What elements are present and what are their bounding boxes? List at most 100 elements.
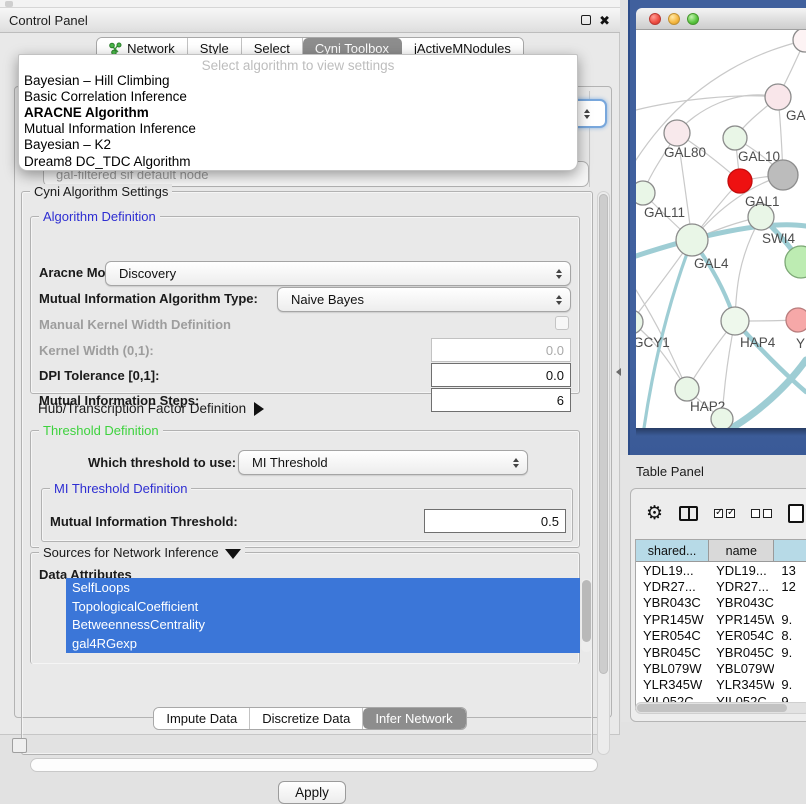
dpi-tolerance-field[interactable]: 0.0 (431, 363, 571, 387)
algorithm-definition-title: Algorithm Definition (39, 209, 160, 224)
table-cell: 9. (774, 644, 806, 660)
hub-definition-expander[interactable]: Hub/Transcription Factor Definition (38, 401, 264, 416)
tab-infer-network[interactable]: Infer Network (363, 708, 465, 729)
table-cell: YDR27... (636, 578, 709, 594)
zoom-traffic-light-icon[interactable] (687, 13, 699, 25)
table-row[interactable]: YDR27...YDR27...12 (636, 578, 806, 594)
table-row[interactable]: YLR345WYLR345W9. (636, 677, 806, 693)
network-edge-highlighted[interactable] (732, 360, 806, 428)
table-cell: YBL079W (709, 660, 774, 676)
algorithm-option[interactable]: Bayesian – Hill Climbing (19, 72, 577, 88)
node-hap2[interactable] (675, 377, 699, 401)
control-panel-title: Control Panel (0, 13, 88, 28)
stepper-arrows-icon (584, 109, 590, 119)
node-gal-partial[interactable] (765, 84, 791, 110)
control-panel-titlebar: Control Panel ✖ (0, 8, 620, 33)
mi-threshold-field[interactable]: 0.5 (424, 509, 566, 533)
table-panel-box: ⚙ shared...name YDL19...YDL19...13YDR27.… (630, 488, 806, 722)
new-table-icon[interactable] (788, 504, 804, 523)
table-column-header[interactable]: name (709, 540, 774, 562)
algorithm-option[interactable]: Basic Correlation Inference (19, 88, 577, 104)
node-bottom-green[interactable] (711, 408, 733, 428)
table-scrollbar-thumb[interactable] (637, 704, 787, 712)
node-red[interactable] (728, 169, 752, 193)
algorithm-option[interactable]: ARACNE Algorithm (19, 104, 577, 120)
table-column-header[interactable]: shared... (636, 540, 709, 562)
settings-horizontal-scrollbar[interactable] (30, 758, 598, 772)
node-gal11-label: GAL11 (644, 205, 685, 220)
settings-vertical-scrollbar[interactable] (597, 191, 610, 755)
algorithm-option[interactable]: Bayesian – K2 (19, 137, 577, 153)
mi-type-combobox[interactable]: Naive Bayes (277, 287, 571, 312)
algorithm-definition-group: Algorithm Definition Aracne Mode: Discov… (30, 216, 580, 394)
table-cell: YDR27... (709, 578, 774, 594)
table-cell: YBR045C (636, 644, 709, 660)
table-cell (774, 595, 806, 611)
mi-threshold-label: Mutual Information Threshold: (50, 514, 238, 529)
table-row[interactable]: YBR043CYBR043C (636, 595, 806, 611)
table-cell: YBL079W (636, 660, 709, 676)
minimize-traffic-light-icon[interactable] (668, 13, 680, 25)
node-swi4-label: SWI4 (762, 231, 795, 246)
network-edge[interactable] (677, 95, 778, 133)
tab-discretize-data[interactable]: Discretize Data (250, 708, 363, 729)
select-all-checks-icon[interactable] (714, 509, 735, 518)
tab-impute-data[interactable]: Impute Data (154, 708, 250, 729)
node-hap4[interactable] (721, 307, 749, 335)
attribute-item[interactable]: gal4RGexp (66, 634, 580, 653)
attributes-scrollbar-thumb[interactable] (582, 580, 591, 642)
attribute-item[interactable]: BetweennessCentrality (66, 615, 580, 634)
node-gal10[interactable] (723, 126, 747, 150)
node-gal80[interactable] (664, 120, 690, 146)
algorithm-option[interactable]: Mutual Information Inference (19, 121, 577, 137)
table-row[interactable]: YBL079WYBL079W (636, 660, 806, 676)
node-gal4[interactable] (676, 224, 708, 256)
float-window-icon[interactable] (581, 15, 591, 25)
table-row[interactable]: YPR145WYPR145W9. (636, 611, 806, 627)
sources-title-expander[interactable]: Sources for Network Inference (39, 545, 245, 560)
deselect-all-checks-icon[interactable] (751, 509, 772, 518)
close-traffic-light-icon[interactable] (649, 13, 661, 25)
apply-button[interactable]: Apply (278, 781, 346, 804)
cyni-settings-title: Cyni Algorithm Settings (30, 184, 172, 199)
mi-steps-field[interactable]: 6 (431, 388, 571, 412)
which-threshold-combobox[interactable]: MI Threshold (238, 450, 528, 475)
table-cell: YPR145W (636, 611, 709, 627)
table-row[interactable]: YBR045CYBR045C9. (636, 644, 806, 660)
dpi-tolerance-label: DPI Tolerance [0,1]: (39, 368, 159, 383)
network-edge[interactable] (735, 217, 761, 321)
table-row[interactable]: YDL19...YDL19...13 (636, 562, 806, 578)
node-gal-partial-label: GAL (786, 108, 806, 123)
table-cell: YER054C (709, 628, 774, 644)
kernel-width-field[interactable]: 0.0 (431, 338, 571, 362)
attribute-item[interactable]: TopologicalCoefficient (66, 597, 580, 616)
network-window-titlebar[interactable] (636, 8, 806, 30)
node-unlabeled-top[interactable] (793, 30, 806, 52)
splitter-collapse-icon[interactable] (616, 368, 621, 376)
node-swi4[interactable] (785, 246, 806, 278)
node-gray[interactable] (768, 160, 798, 190)
settings-scrollbar-thumb[interactable] (599, 194, 608, 674)
gear-icon[interactable]: ⚙ (646, 502, 663, 524)
aracne-mode-combobox[interactable]: Discovery (105, 261, 571, 286)
network-canvas[interactable]: GALGAL80GAL10GAL1GAL11SWI4GAL4GCY1HAP4YH… (636, 30, 806, 428)
kernel-width-value: 0.0 (546, 343, 564, 358)
tab-label: Impute Data (166, 711, 237, 726)
attribute-item[interactable]: SelfLoops (66, 578, 580, 597)
manual-kernel-checkbox[interactable] (555, 316, 569, 330)
table-row[interactable]: YER054CYER054C8. (636, 628, 806, 644)
node-salmon[interactable] (786, 308, 806, 332)
network-edge[interactable] (636, 96, 778, 110)
algorithm-popup: Select algorithm to view settings Bayesi… (18, 54, 578, 171)
columns-icon[interactable] (679, 506, 698, 521)
table-column-header[interactable] (774, 540, 806, 562)
minimized-panel-icon[interactable] (12, 738, 27, 753)
attributes-scrollbar[interactable] (581, 579, 592, 652)
algorithm-option[interactable]: Dream8 DC_TDC Algorithm (19, 153, 577, 169)
threshold-definition-title: Threshold Definition (39, 423, 163, 438)
node-gal11[interactable] (636, 181, 655, 205)
table-horizontal-scrollbar[interactable] (635, 702, 806, 714)
dpi-tolerance-value: 0.0 (546, 368, 564, 383)
close-icon[interactable]: ✖ (599, 14, 610, 27)
data-attributes-list[interactable]: SelfLoopsTopologicalCoefficientBetweenne… (66, 578, 580, 653)
